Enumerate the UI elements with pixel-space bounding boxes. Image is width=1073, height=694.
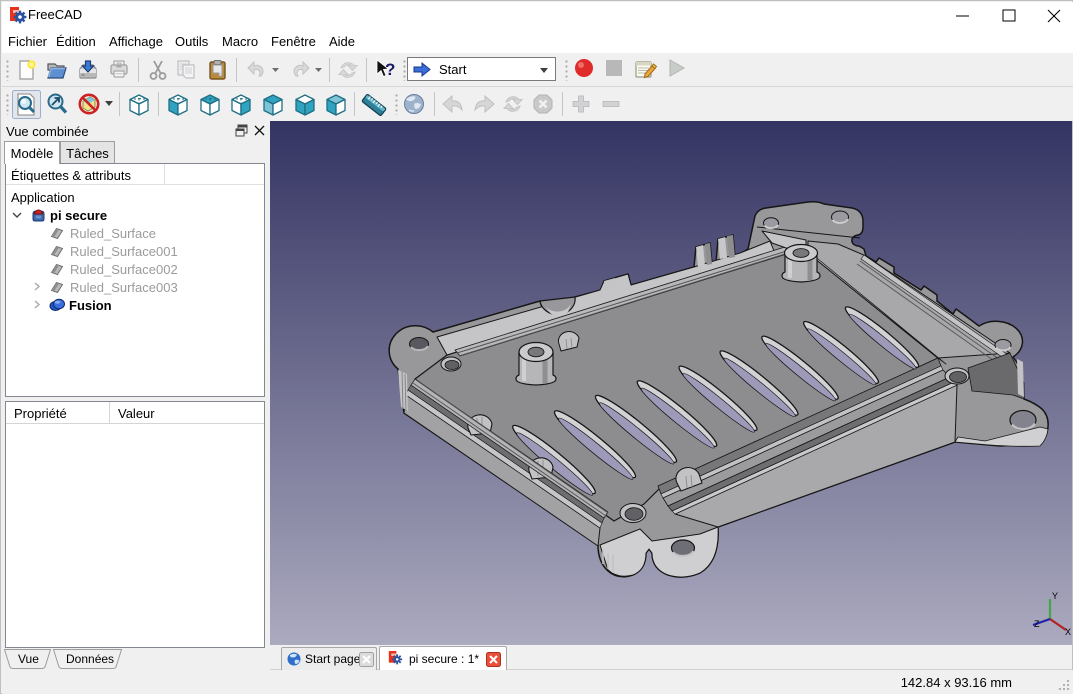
svg-text:Z: Z xyxy=(1034,619,1040,629)
svg-text:?: ? xyxy=(385,60,395,79)
svg-text:X: X xyxy=(1065,627,1071,637)
svg-text:Vue: Vue xyxy=(18,652,39,666)
svg-text:Y: Y xyxy=(1052,591,1058,601)
svg-text:Données: Données xyxy=(66,652,114,666)
